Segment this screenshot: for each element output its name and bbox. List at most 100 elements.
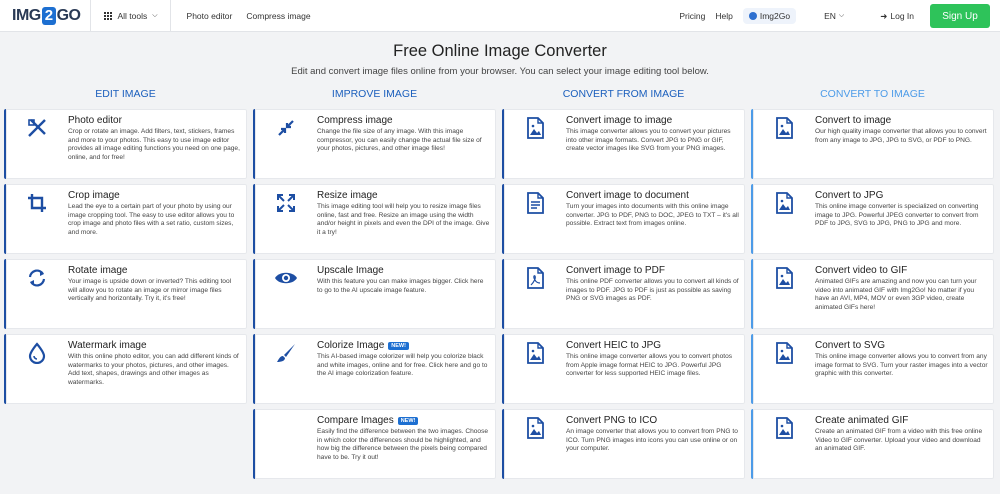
tool-card-convert-image-to-image[interactable]: Convert image to image This image convert… [502, 109, 745, 179]
card-title-text: Create animated GIF [815, 415, 909, 426]
image-file-icon [753, 265, 815, 323]
tool-card-convert-to-svg[interactable]: Convert to SVG This online image converte… [751, 334, 994, 404]
column-heading: EDIT IMAGE [95, 88, 156, 100]
tool-card-crop-image[interactable]: Crop image Lead the eye to a certain part… [4, 184, 247, 254]
logo-text-2: 2 [41, 6, 56, 25]
card-title-text: Convert HEIC to JPG [566, 340, 662, 351]
login-button[interactable]: ➜ Log In [880, 11, 914, 22]
tool-card-convert-image-to-document[interactable]: Convert image to document Turn your image… [502, 184, 745, 254]
column-improve-image: IMPROVE IMAGE Compress image Change the fi… [253, 87, 496, 484]
chevron-down-icon: ⌵ [152, 11, 158, 19]
image-file-icon [753, 415, 815, 473]
nav-compress-image[interactable]: Compress image [246, 11, 310, 21]
resize-icon [255, 190, 317, 248]
card-title-text: Convert image to image [566, 115, 673, 126]
card-description: With this feature you can make images bi… [317, 278, 484, 294]
chevron-down-icon: ⌵ [838, 12, 845, 19]
tool-card-compress-image[interactable]: Compress image Change the file size of an… [253, 109, 496, 179]
card-title: Convert to image [815, 115, 988, 126]
nav-pricing[interactable]: Pricing [679, 11, 705, 21]
user-label: Img2Go [759, 11, 791, 21]
card-body: Convert to image Our high quality image c… [815, 115, 988, 173]
card-title: Rotate image [68, 265, 241, 276]
new-badge: NEW! [388, 341, 409, 350]
card-description: An image converter that allows you to co… [566, 428, 738, 453]
tool-card-convert-png-to-ico[interactable]: Convert PNG to ICO An image converter tha… [502, 409, 745, 479]
card-description: Animated GIFs are amazing and now you ca… [815, 278, 977, 311]
card-title: Colorize Image NEW! [317, 340, 490, 351]
card-title-text: Convert to SVG [815, 340, 886, 351]
column-heading: IMPROVE IMAGE [331, 88, 418, 100]
card-title: Photo editor [68, 115, 241, 126]
logo-text-img: IMG [12, 6, 41, 24]
image-file-icon [753, 190, 815, 248]
column-heading: CONVERT TO IMAGE [820, 88, 925, 100]
card-title: Compare Images NEW! [317, 415, 490, 426]
card-description: This online image converter allows you t… [815, 353, 988, 378]
grid-icon [104, 11, 113, 20]
all-tools-label: All tools [117, 10, 148, 21]
card-description: This online image converter allows you t… [566, 353, 733, 378]
card-title: Convert video to GIF [815, 265, 988, 276]
tool-card-upscale-image[interactable]: Upscale Image With this feature you can m… [253, 259, 496, 329]
card-body: Convert image to PDF This online PDF conv… [566, 265, 739, 323]
card-body: Compare Images NEW! Easily find the differ… [317, 415, 490, 473]
card-body: Resize image This image editing tool will… [317, 190, 490, 248]
card-description: This image editing tool will help you to… [317, 203, 490, 236]
card-body: Colorize Image NEW! This AI-based image co… [317, 340, 490, 398]
card-title: Compress image [317, 115, 490, 126]
tool-card-compare-images[interactable]: Compare Images NEW! Easily find the differ… [253, 409, 496, 479]
image-file-icon [504, 115, 566, 173]
header-divider [169, 0, 171, 32]
compress-icon [255, 115, 317, 173]
tool-card-convert-to-jpg[interactable]: Convert to JPG This online image converte… [751, 184, 994, 254]
header-divider [90, 0, 92, 32]
new-badge: NEW! [397, 416, 419, 425]
card-title-text: Resize image [317, 190, 378, 201]
tool-card-watermark-image[interactable]: Watermark image With this online photo ed… [4, 334, 247, 404]
logo-text-go: GO [56, 6, 81, 24]
user-account-button[interactable]: Img2Go [742, 8, 797, 24]
card-body: Compress image Change the file size of an… [317, 115, 490, 173]
tool-card-convert-to-image[interactable]: Convert to image Our high quality image c… [751, 109, 994, 179]
card-title-text: Convert video to GIF [815, 265, 908, 276]
tool-card-rotate-image[interactable]: Rotate image Your image is upside down or… [4, 259, 247, 329]
tool-card-convert-video-to-gif[interactable]: Convert video to GIF Animated GIFs are am… [751, 259, 994, 329]
img2go-logo[interactable]: IMG 2 GO [12, 6, 81, 25]
card-body: Convert to JPG This online image converte… [815, 190, 988, 248]
image-file-icon [753, 115, 815, 173]
card-description: Our high quality image converter that al… [815, 128, 987, 144]
brush-icon [255, 340, 317, 398]
nav-photo-editor[interactable]: Photo editor [187, 11, 233, 21]
tool-card-create-animated-gif[interactable]: Create animated GIF Create an animated GI… [751, 409, 994, 479]
card-title-text: Compress image [317, 115, 393, 126]
tool-card-colorize-image[interactable]: Colorize Image NEW! This AI-based image co… [253, 334, 496, 404]
card-title: Convert to JPG [815, 190, 988, 201]
card-title-text: Rotate image [68, 265, 128, 276]
card-description: Crop or rotate an image. Add filters, te… [68, 128, 240, 161]
card-description: Your image is upside down or inverted? T… [68, 278, 232, 303]
tool-columns: EDIT IMAGE Photo editor Crop or rotate an … [0, 87, 1000, 484]
signup-button[interactable]: Sign Up [930, 4, 990, 28]
card-title: Convert to SVG [815, 340, 988, 351]
tool-card-resize-image[interactable]: Resize image This image editing tool will… [253, 184, 496, 254]
card-description: This image converter allows you to conve… [566, 128, 731, 153]
card-title: Create animated GIF [815, 415, 988, 426]
page-subtitle: Edit and convert image files online from… [291, 66, 709, 77]
column-convert-to-image: CONVERT TO IMAGE Convert to image Our high… [751, 87, 994, 484]
image-file-icon [504, 415, 566, 473]
card-title: Convert HEIC to JPG [566, 340, 739, 351]
watermark-icon [6, 340, 68, 398]
card-title: Crop image [68, 190, 241, 201]
card-body: Watermark image With this online photo ed… [68, 340, 241, 398]
user-icon [748, 12, 757, 20]
login-icon: ➜ [880, 10, 888, 21]
nav-help[interactable]: Help [715, 11, 732, 21]
card-title-text: Convert PNG to ICO [566, 415, 658, 426]
language-selector[interactable]: EN ⌵ [824, 11, 844, 21]
tool-card-convert-heic-to-jpg[interactable]: Convert HEIC to JPG This online image con… [502, 334, 745, 404]
all-tools-menu[interactable]: All tools ⌵ [104, 10, 158, 21]
tool-card-convert-image-to-pdf[interactable]: Convert image to PDF This online PDF conv… [502, 259, 745, 329]
card-title-text: Colorize Image [317, 340, 385, 351]
tool-card-photo-editor[interactable]: Photo editor Crop or rotate an image. Add… [4, 109, 247, 179]
